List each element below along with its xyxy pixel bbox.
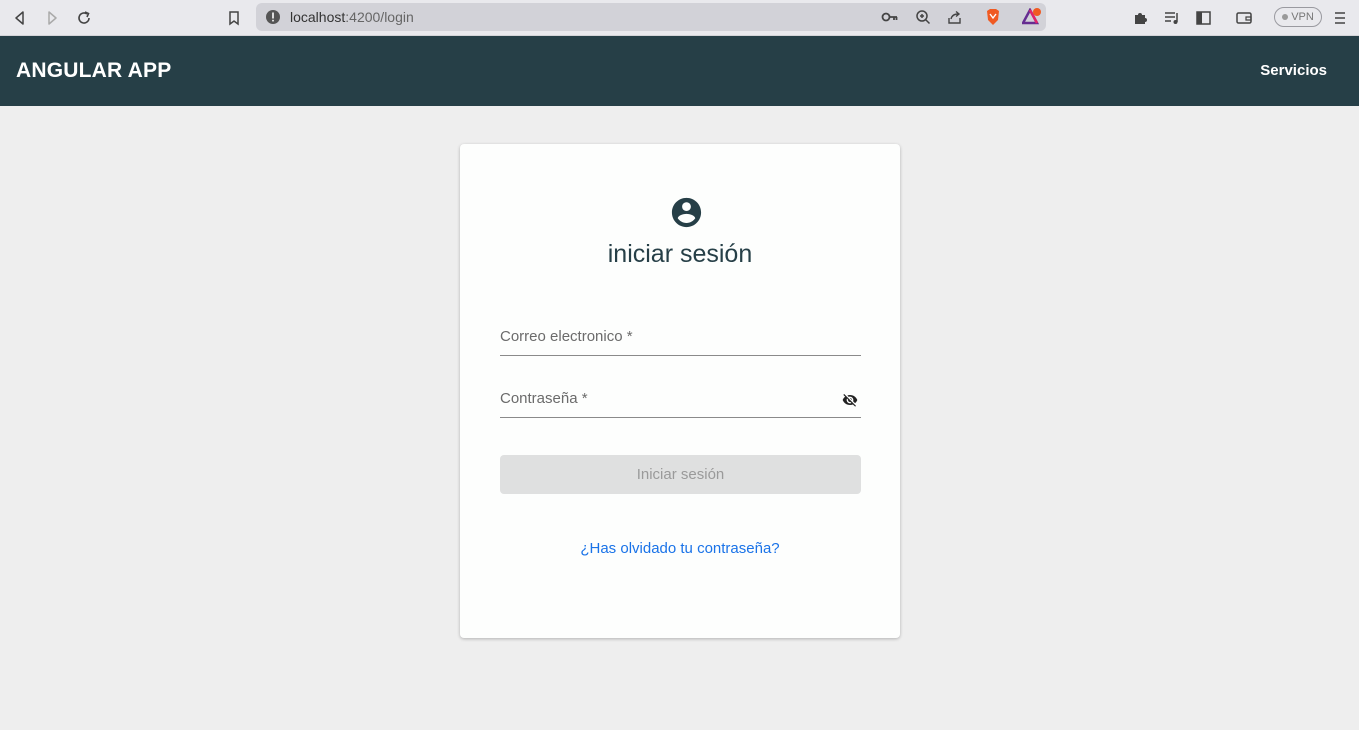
vpn-label: VPN — [1291, 11, 1314, 23]
visibility-off-icon[interactable] — [842, 392, 858, 408]
forward-icon[interactable] — [40, 6, 64, 30]
media-icon[interactable] — [1160, 6, 1184, 30]
bookmark-icon[interactable] — [222, 6, 246, 30]
url-path: :4200/login — [345, 9, 414, 25]
account-circle-icon — [669, 195, 704, 230]
nav-link-servicios[interactable]: Servicios — [1260, 62, 1327, 79]
brave-rewards-icon[interactable] — [1020, 8, 1044, 26]
forgot-password-link[interactable]: ¿Has olvidado tu contraseña? — [460, 540, 900, 557]
vpn-button[interactable]: VPN — [1274, 7, 1322, 27]
email-input[interactable] — [500, 324, 830, 350]
app-title[interactable]: ANGULAR APP — [16, 59, 171, 83]
app-header: ANGULAR APP Servicios — [0, 36, 1359, 106]
email-field[interactable]: Correo electronico * — [500, 316, 861, 356]
zoom-icon[interactable] — [914, 8, 932, 26]
url-host: localhost — [290, 9, 346, 25]
share-icon[interactable] — [946, 8, 964, 26]
vpn-status-dot — [1282, 14, 1289, 20]
wallet-icon[interactable] — [1232, 6, 1256, 30]
login-button[interactable]: Iniciar sesión — [500, 455, 861, 494]
browser-toolbar: localhost:4200/login VPN — [0, 0, 1359, 36]
menu-icon[interactable] — [1328, 6, 1352, 30]
site-info-icon[interactable] — [264, 8, 282, 26]
address-bar[interactable]: localhost:4200/login — [256, 3, 1046, 31]
password-field[interactable]: Contraseña * — [500, 378, 861, 418]
brave-shield-icon[interactable] — [984, 8, 1002, 26]
back-icon[interactable] — [8, 6, 32, 30]
reload-icon[interactable] — [72, 6, 96, 30]
extensions-icon[interactable] — [1128, 6, 1152, 30]
url-text[interactable]: localhost:4200/login — [290, 9, 414, 25]
login-card: iniciar sesión Correo electronico * Cont… — [460, 144, 900, 638]
key-icon[interactable] — [881, 8, 899, 26]
password-input[interactable] — [500, 386, 830, 412]
sidebar-icon[interactable] — [1192, 6, 1216, 30]
login-title: iniciar sesión — [607, 240, 753, 268]
